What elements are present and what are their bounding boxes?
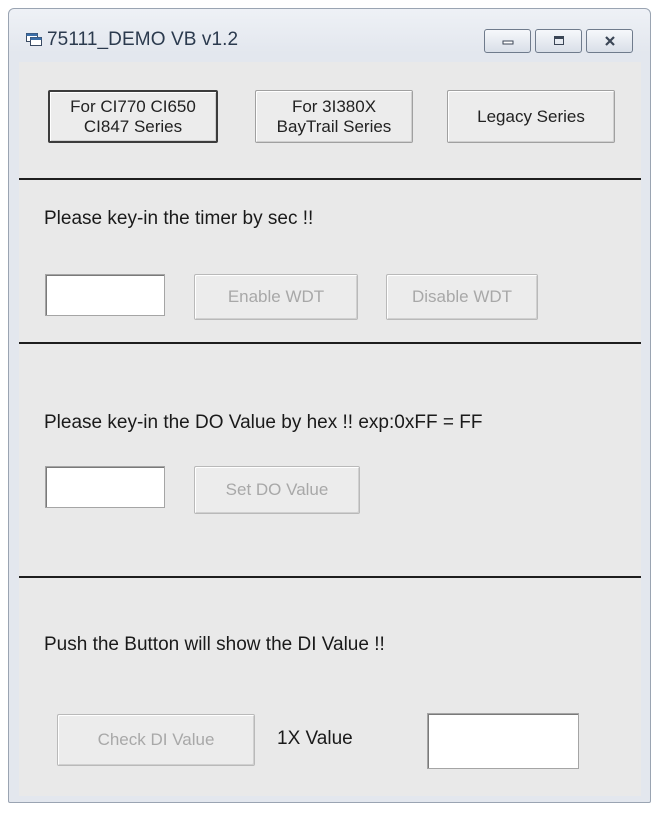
form-client-area: For CI770 CI650 CI847 Series For 3I380X … — [19, 62, 641, 796]
window-title: 75111_DEMO VB v1.2 — [47, 29, 239, 50]
caption-buttons — [484, 29, 639, 53]
do-value-input[interactable] — [45, 466, 165, 508]
close-button[interactable] — [586, 29, 633, 53]
check-di-value-button[interactable]: Check DI Value — [57, 714, 255, 766]
disable-wdt-button[interactable]: Disable WDT — [386, 274, 538, 320]
maximize-icon — [553, 36, 564, 45]
section-divider — [19, 342, 641, 344]
minimize-icon — [502, 40, 513, 45]
title-bar[interactable]: 75111_DEMO VB v1.2 — [9, 9, 650, 61]
close-icon — [604, 36, 615, 46]
set-do-value-button[interactable]: Set DO Value — [194, 466, 360, 514]
wdt-timer-input[interactable] — [45, 274, 165, 316]
legacy-series-button[interactable]: Legacy Series — [447, 90, 615, 143]
app-window: 75111_DEMO VB v1.2 For CI770 CI650 CI847… — [8, 8, 651, 803]
di-value-output — [427, 713, 579, 769]
do-prompt: Please key-in the DO Value by hex !! exp… — [44, 412, 483, 433]
wdt-prompt: Please key-in the timer by sec !! — [44, 208, 314, 229]
maximize-button[interactable] — [535, 29, 582, 53]
di-prompt: Push the Button will show the DI Value !… — [44, 634, 385, 655]
app-icon — [26, 33, 42, 46]
section-divider — [19, 178, 641, 180]
section-divider — [19, 576, 641, 578]
ci770-series-button[interactable]: For CI770 CI650 CI847 Series — [48, 90, 218, 143]
minimize-button[interactable] — [484, 29, 531, 53]
enable-wdt-button[interactable]: Enable WDT — [194, 274, 358, 320]
3i380x-series-button[interactable]: For 3I380X BayTrail Series — [255, 90, 413, 143]
di-value-label: 1X Value — [277, 728, 353, 749]
